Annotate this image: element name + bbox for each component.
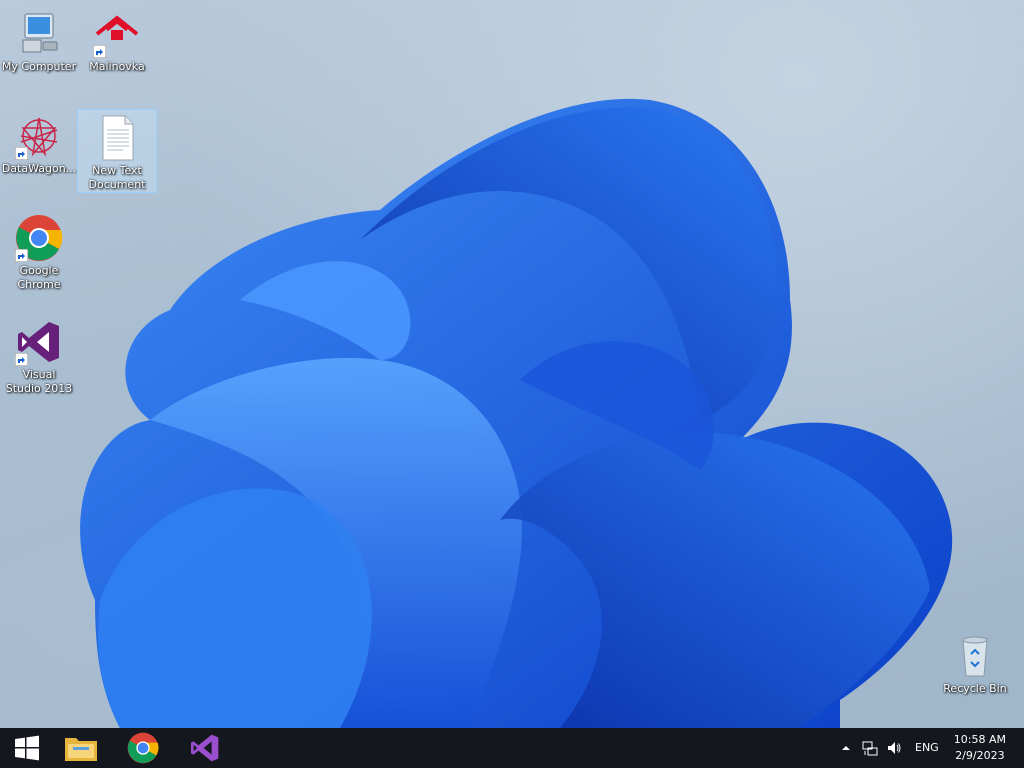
shortcut-arrow-icon [15, 353, 28, 366]
recycle-bin-icon [951, 632, 999, 680]
desktop-icon-label: Malinovka [89, 60, 145, 73]
clock-time: 10:58 AM [953, 733, 1006, 746]
chrome-icon [15, 214, 63, 262]
text-document-icon [93, 114, 141, 162]
desktop-icon-google-chrome[interactable]: Google Chrome [0, 214, 78, 292]
taskbar-file-explorer[interactable] [54, 728, 108, 768]
computer-icon [15, 10, 63, 58]
network-icon [862, 741, 878, 756]
desktop-icon-label: Recycle Bin [943, 682, 1007, 695]
shortcut-arrow-icon [93, 45, 106, 58]
desktop-icon-datawagon[interactable]: DataWagon... [0, 112, 78, 176]
visual-studio-icon [15, 318, 63, 366]
system-clock[interactable]: 10:58 AM 2/9/2023 [954, 732, 1006, 764]
folder-icon [65, 738, 97, 761]
speaker-icon [888, 742, 901, 754]
desktop-icon-label: New Text Document [88, 164, 146, 191]
windows-logo-icon [15, 735, 39, 761]
shortcut-arrow-icon [15, 249, 28, 262]
taskbar: ENG 10:58 AM 2/9/2023 [0, 728, 1024, 768]
desktop-icon-new-text-document[interactable]: New Text Document [77, 109, 157, 193]
desktop-icon-malinovka[interactable]: Malinovka [78, 10, 156, 74]
input-language-indicator[interactable]: ENG [915, 741, 939, 754]
clock-date: 2/9/2023 [955, 749, 1005, 762]
chrome-icon [127, 732, 159, 764]
start-button[interactable] [0, 728, 54, 768]
network-tray-button[interactable] [860, 728, 880, 768]
desktop-icon-label: Visual Studio 2013 [5, 368, 73, 395]
taskbar-google-chrome[interactable] [116, 728, 170, 768]
desktop-icon-my-computer[interactable]: My Computer [0, 10, 78, 74]
visual-studio-icon [191, 734, 219, 762]
shortcut-arrow-icon [15, 147, 28, 160]
datawagon-icon [15, 112, 63, 160]
taskbar-visual-studio[interactable] [178, 728, 232, 768]
desktop-icon-label: DataWagon... [1, 162, 77, 175]
desktop-icon-label: Google Chrome [17, 264, 61, 291]
volume-tray-button[interactable] [884, 728, 904, 768]
show-hidden-icons-button[interactable] [838, 728, 854, 768]
desktop-icon-label: My Computer [1, 60, 77, 73]
desktop-icon-visual-studio-2013[interactable]: Visual Studio 2013 [0, 318, 78, 396]
malinovka-house-icon [93, 10, 141, 58]
desktop-icon-recycle-bin[interactable]: Recycle Bin [936, 632, 1014, 696]
chevron-up-icon [842, 746, 850, 750]
